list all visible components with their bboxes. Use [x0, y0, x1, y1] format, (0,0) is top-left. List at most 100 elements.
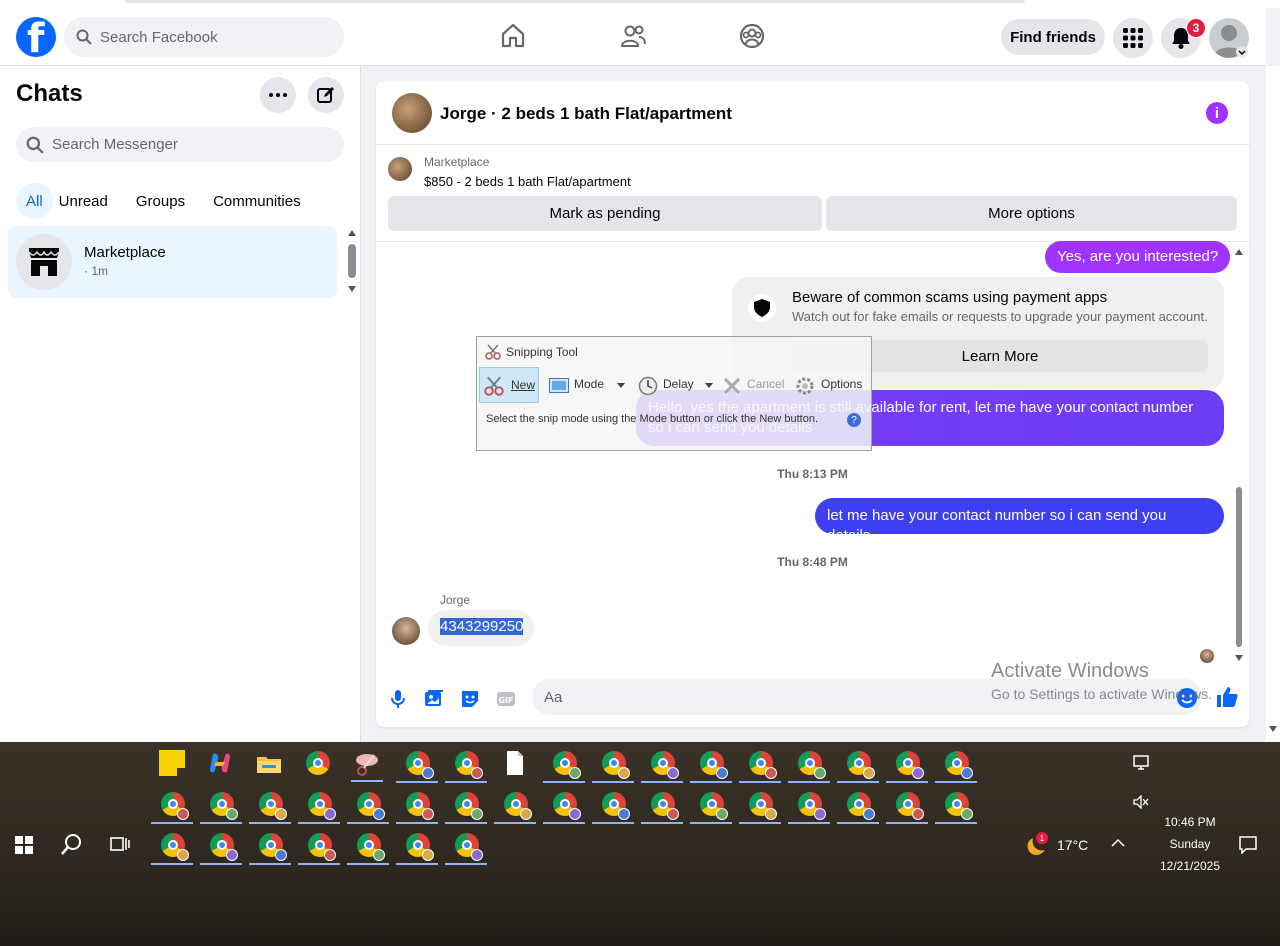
info-icon[interactable]: i [1206, 102, 1228, 124]
sticker-icon[interactable] [460, 689, 480, 709]
show-hidden-icons-chevron-icon[interactable] [1111, 838, 1125, 848]
chrome-window-icon[interactable] [406, 751, 434, 779]
chrome-window-icon[interactable] [357, 833, 385, 861]
microphone-icon[interactable] [388, 689, 408, 709]
help-icon[interactable]: ? [847, 413, 861, 427]
chrome-window-icon[interactable] [308, 833, 336, 861]
chrome-window-icon[interactable] [455, 792, 483, 820]
chat-item-marketplace[interactable]: Marketplace · 1m [8, 226, 337, 298]
weather-temperature[interactable]: 17°C [1057, 837, 1088, 853]
sidebar-scroll-thumb[interactable] [348, 244, 356, 278]
copilot-icon[interactable] [207, 750, 233, 776]
message-bubble-outgoing[interactable]: Yes, are you interested? [1045, 241, 1231, 273]
messages-scrollbar[interactable] [1232, 245, 1246, 669]
snip-mode-button[interactable]: Mode [574, 377, 604, 391]
scroll-down-arrow-icon[interactable] [1235, 655, 1243, 661]
clock-day[interactable]: Sunday [1158, 837, 1222, 851]
file-explorer-icon[interactable] [256, 751, 282, 777]
chrome-window-icon[interactable] [210, 833, 238, 861]
listing-description[interactable]: $850 - 2 beds 1 bath Flat/apartment [424, 174, 631, 189]
scroll-up-arrow-icon[interactable] [348, 230, 356, 236]
conversation-title[interactable]: Jorge · 2 beds 1 bath Flat/apartment [440, 104, 732, 124]
find-friends-button[interactable]: Find friends [1001, 19, 1105, 55]
search-messenger-input[interactable]: Search Messenger [16, 127, 344, 162]
chrome-window-icon[interactable] [406, 833, 434, 861]
snip-options-button[interactable]: Options [821, 377, 862, 391]
chrome-window-icon[interactable] [455, 833, 483, 861]
messages-scroll-thumb[interactable] [1236, 487, 1242, 647]
chrome-window-icon[interactable] [798, 792, 826, 820]
mode-dropdown-icon[interactable] [617, 383, 625, 388]
chrome-window-icon[interactable] [700, 792, 728, 820]
chrome-window-icon[interactable] [896, 792, 924, 820]
chrome-window-icon[interactable] [161, 792, 189, 820]
contact-avatar[interactable] [392, 93, 432, 133]
mode-icon[interactable] [549, 378, 569, 393]
chrome-window-icon[interactable] [308, 792, 336, 820]
filter-groups[interactable]: Groups [122, 183, 199, 219]
sidebar-scrollbar[interactable] [345, 230, 359, 294]
chrome-window-icon[interactable] [161, 833, 189, 861]
volume-muted-icon[interactable] [1133, 795, 1149, 809]
chrome-window-icon[interactable] [602, 751, 630, 779]
task-view-icon[interactable] [110, 835, 130, 853]
page-scrollbar[interactable] [1266, 66, 1280, 742]
listing-thumbnail[interactable] [388, 157, 412, 181]
chrome-window-icon[interactable] [847, 751, 875, 779]
gif-icon[interactable]: GIF [496, 689, 516, 709]
chrome-window-icon[interactable] [700, 751, 728, 779]
chrome-window-icon[interactable] [259, 792, 287, 820]
windows-start-icon[interactable] [15, 836, 33, 854]
filter-communities[interactable]: Communities [199, 183, 315, 219]
chrome-window-icon[interactable] [210, 792, 238, 820]
account-chevron-icon[interactable] [1236, 46, 1248, 58]
home-icon[interactable] [499, 22, 527, 50]
chrome-window-icon[interactable] [259, 833, 287, 861]
sender-avatar[interactable] [392, 617, 420, 645]
chrome-window-icon[interactable] [945, 751, 973, 779]
message-bubble-outgoing[interactable]: let me have your contact number so i can… [815, 498, 1224, 544]
chrome-window-icon[interactable] [896, 751, 924, 779]
document-icon[interactable] [502, 750, 528, 776]
clock-icon[interactable] [638, 376, 658, 396]
more-options-button[interactable]: More options [826, 196, 1237, 231]
options-gear-icon[interactable] [795, 376, 815, 396]
search-icon[interactable] [61, 833, 83, 855]
mark-as-pending-button[interactable]: Mark as pending [388, 196, 822, 231]
thumbs-up-icon[interactable] [1215, 685, 1239, 709]
snip-new-button[interactable]: New [479, 367, 539, 403]
chrome-window-icon[interactable] [504, 792, 532, 820]
network-icon[interactable] [1133, 755, 1151, 771]
snipping-tool-taskbar-icon[interactable] [354, 751, 380, 777]
selected-phone-number[interactable]: 4343299250 [440, 618, 524, 635]
facebook-logo[interactable] [16, 16, 56, 62]
chrome-window-icon[interactable] [847, 792, 875, 820]
chrome-window-icon[interactable] [749, 751, 777, 779]
clock-date[interactable]: 12/21/2025 [1158, 859, 1222, 873]
chrome-window-icon[interactable] [357, 792, 385, 820]
menu-grid-button[interactable] [1113, 18, 1153, 58]
chrome-window-icon[interactable] [406, 792, 434, 820]
chrome-window-icon[interactable] [798, 751, 826, 779]
clock-time[interactable]: 10:46 PM [1158, 815, 1222, 829]
chrome-window-icon[interactable] [749, 792, 777, 820]
new-message-button[interactable] [308, 77, 344, 113]
chrome-icon[interactable] [306, 751, 330, 775]
sticky-notes-icon[interactable] [159, 750, 185, 776]
chrome-window-icon[interactable] [945, 792, 973, 820]
snip-delay-button[interactable]: Delay [663, 377, 694, 391]
scroll-down-arrow-icon[interactable] [348, 286, 356, 292]
chrome-window-icon[interactable] [455, 751, 483, 779]
chrome-window-icon[interactable] [651, 792, 679, 820]
scroll-up-arrow-icon[interactable] [1235, 249, 1243, 255]
notification-center-icon[interactable] [1239, 836, 1257, 854]
groups-icon[interactable] [738, 22, 766, 50]
chrome-window-icon[interactable] [651, 751, 679, 779]
chrome-window-icon[interactable] [553, 792, 581, 820]
scroll-down-arrow-icon[interactable] [1269, 726, 1277, 732]
filter-all[interactable]: All [16, 183, 53, 219]
chrome-window-icon[interactable] [553, 751, 581, 779]
search-facebook-input[interactable]: Search Facebook [64, 17, 344, 57]
chats-options-button[interactable] [260, 77, 296, 113]
friends-icon[interactable] [619, 22, 647, 50]
